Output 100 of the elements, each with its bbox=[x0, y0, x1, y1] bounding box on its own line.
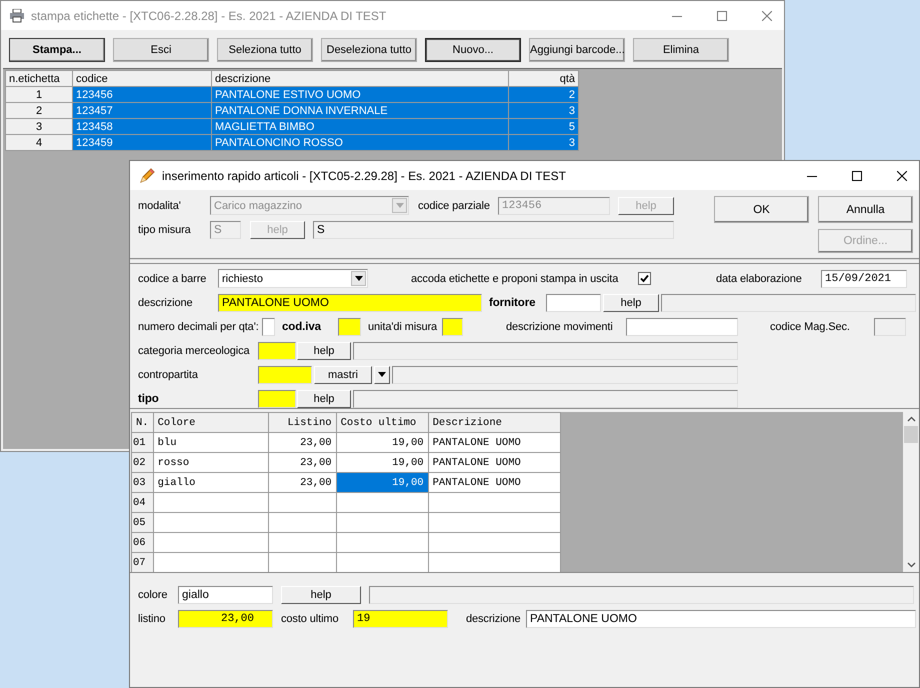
column-header[interactable]: Listino bbox=[268, 412, 336, 432]
table-cell: MAGLIETTA BIMBO bbox=[212, 118, 508, 134]
input-field[interactable]: 15/09/2021 bbox=[821, 270, 907, 288]
input-field[interactable] bbox=[258, 342, 296, 360]
toolbar-button[interactable]: Aggiungi barcode... bbox=[529, 38, 625, 62]
checkbox[interactable] bbox=[638, 272, 651, 285]
field-label: listino bbox=[138, 612, 166, 624]
row-number: 04 bbox=[132, 492, 154, 512]
row-number: 06 bbox=[132, 532, 154, 552]
input-field[interactable]: S bbox=[313, 220, 674, 238]
input-field[interactable] bbox=[442, 318, 463, 336]
toolbar-button[interactable]: Seleziona tutto bbox=[217, 38, 313, 62]
row-number: 02 bbox=[132, 452, 154, 472]
table-cell: 3 bbox=[508, 134, 578, 150]
form-button[interactable]: mastri bbox=[314, 366, 372, 384]
column-header[interactable]: codice bbox=[72, 70, 212, 86]
table-cell: 4 bbox=[6, 134, 72, 150]
field-label: cod.iva bbox=[282, 320, 322, 332]
row-number: 01 bbox=[132, 432, 154, 452]
toolbar-button[interactable]: Elimina bbox=[633, 38, 729, 62]
form-button[interactable]: help bbox=[297, 342, 351, 360]
close-icon[interactable] bbox=[897, 170, 907, 180]
table-cell: PANTALONE DONNA INVERNALE bbox=[212, 102, 508, 118]
scroll-thumb[interactable] bbox=[904, 426, 918, 443]
column-header[interactable]: descrizione bbox=[212, 70, 508, 86]
input-field[interactable] bbox=[258, 390, 296, 408]
field-label: colore bbox=[138, 588, 168, 600]
field-label: descrizione movimenti bbox=[506, 320, 614, 332]
input-field[interactable]: 23,00 bbox=[178, 610, 273, 628]
field-label: unita'di misura bbox=[368, 320, 438, 332]
caret-icon bbox=[378, 372, 386, 377]
field-label: fornitore bbox=[489, 296, 536, 308]
field-label: contropartita bbox=[138, 368, 199, 380]
column-header[interactable]: N. bbox=[132, 412, 154, 432]
table-cell: blu bbox=[153, 432, 268, 452]
toolbar-button[interactable]: Stampa... bbox=[9, 38, 105, 62]
input-field[interactable] bbox=[392, 366, 738, 384]
table-cell: 2 bbox=[508, 86, 578, 102]
table-cell: 19,00 bbox=[336, 432, 428, 452]
input-field[interactable] bbox=[626, 318, 738, 336]
table-cell: 123458 bbox=[72, 118, 212, 134]
window-title: inserimento rapido articoli - [XTC05-2.29.28] - Es. 2021 - AZIENDA DI TEST bbox=[162, 168, 566, 182]
caret-icon bbox=[396, 203, 404, 208]
column-header[interactable]: qtà bbox=[508, 70, 578, 86]
maximize-icon[interactable] bbox=[852, 170, 862, 180]
table-cell: PANTALONE UOMO bbox=[428, 472, 560, 492]
column-header[interactable]: Descrizione bbox=[428, 412, 560, 432]
table-cell: giallo bbox=[153, 472, 268, 492]
field-label: tipo bbox=[138, 392, 160, 404]
table-cell: 3 bbox=[508, 102, 578, 118]
field-label: codice parziale bbox=[418, 200, 491, 212]
table-cell: PANTALONE UOMO bbox=[428, 452, 560, 472]
table-cell: PANTALONE UOMO bbox=[428, 432, 560, 452]
column-header[interactable]: Colore bbox=[153, 412, 268, 432]
input-field[interactable]: giallo bbox=[178, 586, 273, 604]
printer-icon bbox=[9, 8, 25, 22]
scroll-down-icon[interactable] bbox=[906, 562, 916, 568]
field-label: codice Mag.Sec. bbox=[770, 320, 851, 332]
input-field[interactable] bbox=[661, 294, 916, 312]
dialog-button[interactable]: OK bbox=[714, 196, 809, 223]
field-label: numero decimali per qta': bbox=[138, 320, 260, 332]
dropdown-button[interactable] bbox=[374, 366, 390, 384]
field-label: descrizione bbox=[466, 612, 522, 624]
table-cell: rosso bbox=[153, 452, 268, 472]
input-field[interactable] bbox=[353, 342, 738, 360]
input-field[interactable]: PANTALONE UOMO bbox=[526, 610, 916, 628]
form-button[interactable]: help bbox=[281, 586, 361, 604]
table-cell: 23,00 bbox=[268, 472, 336, 492]
window-title: stampa etichette - [XTC06-2.28.28] - Es. 2021 - AZIENDA DI TEST bbox=[31, 8, 386, 22]
input-field[interactable] bbox=[338, 318, 361, 336]
table-cell: 3 bbox=[6, 118, 72, 134]
caret-icon bbox=[354, 276, 362, 281]
toolbar-button[interactable]: Nuovo... bbox=[425, 38, 521, 62]
table-cell: PANTALONCINO ROSSO bbox=[212, 134, 508, 150]
dropdown[interactable]: richiesto bbox=[218, 269, 368, 288]
field-label: modalita' bbox=[138, 200, 182, 212]
input-field[interactable]: 19 bbox=[353, 610, 448, 628]
field-label: categoria merceologica bbox=[138, 344, 251, 356]
form-button[interactable]: help bbox=[603, 294, 659, 312]
dialog-button[interactable]: Annulla bbox=[818, 196, 913, 223]
column-header[interactable]: Costo ultimo bbox=[336, 412, 428, 432]
input-field[interactable]: PANTALONE UOMO bbox=[218, 294, 482, 312]
column-header[interactable]: n.etichetta bbox=[6, 70, 72, 86]
input-field[interactable] bbox=[353, 390, 738, 408]
input-field[interactable] bbox=[369, 586, 914, 604]
form-button[interactable]: help bbox=[297, 390, 351, 408]
scroll-up-icon[interactable] bbox=[906, 416, 916, 422]
input-field[interactable] bbox=[258, 366, 312, 384]
input-field[interactable] bbox=[262, 318, 275, 336]
table-cell: 123457 bbox=[72, 102, 212, 118]
toolbar-button[interactable]: Deseleziona tutto bbox=[321, 38, 417, 62]
table-cell: 23,00 bbox=[268, 432, 336, 452]
row-number: 03 bbox=[132, 472, 154, 492]
field-label: descrizione bbox=[138, 296, 194, 308]
toolbar-button[interactable]: Esci bbox=[113, 38, 209, 62]
input-field[interactable] bbox=[546, 294, 601, 312]
row-number: 07 bbox=[132, 552, 154, 572]
field-label: tipo misura bbox=[138, 224, 192, 236]
table-cell: 19,00 bbox=[336, 472, 428, 492]
table-cell: 123456 bbox=[72, 86, 212, 102]
